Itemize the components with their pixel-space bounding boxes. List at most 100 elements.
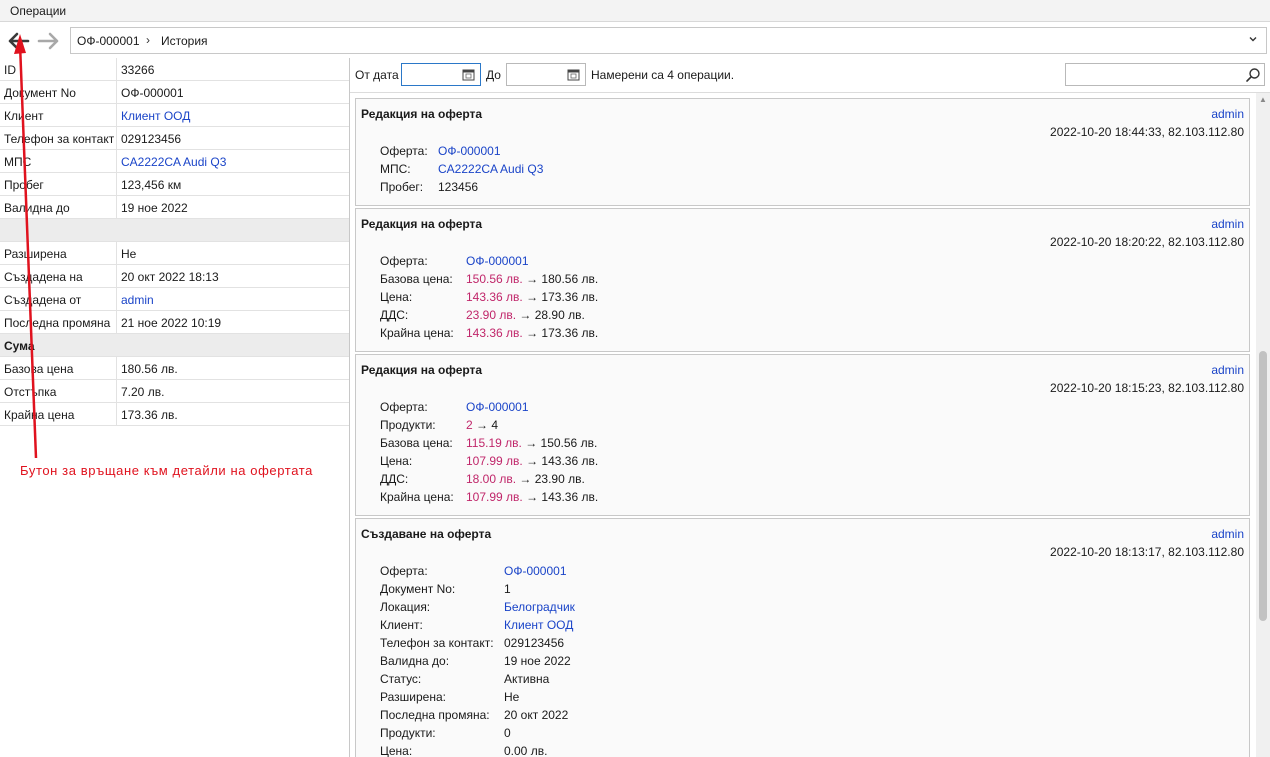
breadcrumb[interactable]: ОФ-000001 › История — [70, 27, 1267, 54]
detail-value-text: 173.36 лв. — [121, 408, 178, 422]
detail-value-text[interactable]: Клиент ООД — [121, 109, 190, 123]
field-value: 150.56 лв. → 180.56 лв. — [466, 272, 598, 286]
operation-timestamp: 2022-10-20 18:15:23, 82.103.112.80 — [1050, 381, 1244, 395]
detail-row: Отстъпка 7.20 лв. — [0, 380, 349, 403]
detail-label: Сума — [4, 339, 35, 353]
operation-user-link[interactable]: admin — [1211, 217, 1244, 231]
operation-timestamp: 2022-10-20 18:13:17, 82.103.112.80 — [1050, 545, 1244, 559]
operation-card: Създаване на оферта admin 2022-10-20 18:13… — [355, 518, 1250, 757]
detail-value: 33266 — [116, 58, 350, 81]
new-value: 28.90 лв. — [534, 308, 585, 322]
field-link[interactable]: Клиент ООД — [504, 618, 573, 632]
field-link[interactable]: ОФ-000001 — [438, 144, 501, 158]
detail-value-text[interactable]: CA2222CA Audi Q3 — [121, 155, 226, 169]
field-label: Пробег: — [380, 180, 424, 194]
back-button[interactable] — [4, 28, 32, 54]
menu-bar: Операции — [0, 0, 1270, 22]
detail-value: 173.36 лв. — [116, 403, 350, 426]
forward-button[interactable] — [35, 28, 63, 54]
search-icon[interactable] — [1245, 67, 1261, 83]
detail-value-text: 123,456 км — [121, 178, 182, 192]
scroll-up-icon[interactable]: ▲ — [1259, 95, 1267, 104]
operations-count-text: Намерени са 4 операции. — [591, 68, 735, 82]
menu-operations[interactable]: Операции — [4, 3, 72, 19]
new-value: 143.36 лв. — [541, 454, 599, 468]
field-link[interactable]: ОФ-000001 — [504, 564, 567, 578]
old-value: 2 — [466, 418, 473, 432]
old-value: 143.36 лв. — [466, 290, 523, 304]
field-value: 20 окт 2022 — [504, 708, 569, 722]
breadcrumb-document[interactable]: ОФ-000001 — [77, 34, 140, 48]
forward-arrow-icon — [37, 32, 59, 50]
detail-link[interactable]: CA2222CA Audi Q3 — [116, 150, 350, 173]
operation-user-link[interactable]: admin — [1211, 363, 1244, 377]
search-input[interactable] — [1065, 63, 1265, 86]
chevron-right-icon: › — [146, 33, 150, 47]
detail-link[interactable]: Клиент ООД — [116, 104, 350, 127]
field-link[interactable]: ОФ-000001 — [466, 400, 529, 414]
field-value: 23.90 лв. → 28.90 лв. — [466, 308, 585, 322]
field-link[interactable]: ОФ-000001 — [466, 254, 529, 268]
operation-timestamp: 2022-10-20 18:20:22, 82.103.112.80 — [1050, 235, 1244, 249]
to-date-input[interactable] — [506, 63, 586, 86]
field-label: Оферта: — [380, 254, 428, 268]
detail-row: ID 33266 — [0, 58, 349, 81]
operation-title: Създаване на оферта — [361, 527, 492, 541]
breadcrumb-page: История — [161, 34, 208, 48]
detail-row: Базова цена 180.56 лв. — [0, 357, 349, 380]
offer-details-panel: ID 33266 Документ No ОФ-000001 Клиент Клиент … — [0, 58, 350, 757]
calendar-icon[interactable] — [462, 68, 475, 81]
detail-row: Създадена на 20 окт 2022 18:13 — [0, 265, 349, 288]
arrow-right-icon: → — [521, 436, 541, 450]
operation-title: Редакция на оферта — [361, 107, 483, 121]
operation-user-link[interactable]: admin — [1211, 107, 1244, 121]
new-value: 143.36 лв. — [541, 490, 599, 504]
detail-label: МПС — [4, 155, 32, 169]
field-value: Активна — [504, 672, 550, 686]
field-value: 0.00 лв. — [504, 744, 548, 757]
field-value: 107.99 лв. → 143.36 лв. — [466, 454, 598, 468]
field-value: 143.36 лв. → 173.36 лв. — [466, 290, 598, 304]
arrow-right-icon: → — [522, 272, 542, 286]
from-date-label: От дата — [355, 68, 399, 82]
detail-value: ОФ-000001 — [116, 81, 350, 104]
field-label: Документ No: — [380, 582, 456, 596]
detail-value: 20 окт 2022 18:13 — [116, 265, 350, 288]
field-link[interactable]: CA2222CA Audi Q3 — [438, 162, 543, 176]
arrow-right-icon: → — [522, 454, 542, 468]
detail-value-text: Не — [121, 247, 137, 261]
detail-value-text: 21 ное 2022 10:19 — [121, 316, 222, 330]
operation-timestamp: 2022-10-20 18:44:33, 82.103.112.80 — [1050, 125, 1244, 139]
operations-feed[interactable]: ▲ Редакция на оферта admin 2022-10-20 18:4… — [350, 92, 1270, 757]
scrollbar[interactable]: ▲ — [1256, 93, 1270, 757]
detail-value-text: 180.56 лв. — [121, 362, 178, 376]
field-label: Валидна до: — [380, 654, 450, 668]
from-date-input[interactable] — [401, 63, 481, 86]
detail-label: ID — [4, 63, 16, 77]
section-header: Сума — [0, 334, 349, 357]
scrollbar-thumb[interactable] — [1259, 351, 1267, 621]
detail-label: Създадена на — [4, 270, 83, 284]
field-value: 115.19 лв. → 150.56 лв. — [466, 436, 597, 450]
field-value: 18.00 лв. → 23.90 лв. — [466, 472, 585, 486]
detail-link[interactable]: admin — [116, 288, 350, 311]
back-arrow-icon — [8, 32, 30, 50]
field-label: Цена: — [380, 454, 413, 468]
field-link[interactable]: Белоградчик — [504, 600, 575, 614]
detail-value-text: 7.20 лв. — [121, 385, 165, 399]
detail-value-text[interactable]: admin — [121, 293, 154, 307]
field-label: МПС: — [380, 162, 411, 176]
new-value: 4 — [491, 418, 499, 432]
operation-user-link[interactable]: admin — [1211, 527, 1244, 541]
detail-value-text: 20 окт 2022 18:13 — [121, 270, 219, 284]
arrow-right-icon: → — [516, 308, 535, 322]
detail-value-text: 33266 — [121, 63, 155, 77]
calendar-icon[interactable] — [567, 68, 580, 81]
to-date-label: До — [486, 68, 501, 82]
field-label: Оферта: — [380, 144, 428, 158]
detail-row: Разширена Не — [0, 242, 349, 265]
detail-value-text: ОФ-000001 — [121, 86, 184, 100]
arrow-right-icon: → — [522, 326, 542, 340]
chevron-down-icon[interactable] — [1248, 33, 1258, 47]
detail-label: Създадена от — [4, 293, 82, 307]
